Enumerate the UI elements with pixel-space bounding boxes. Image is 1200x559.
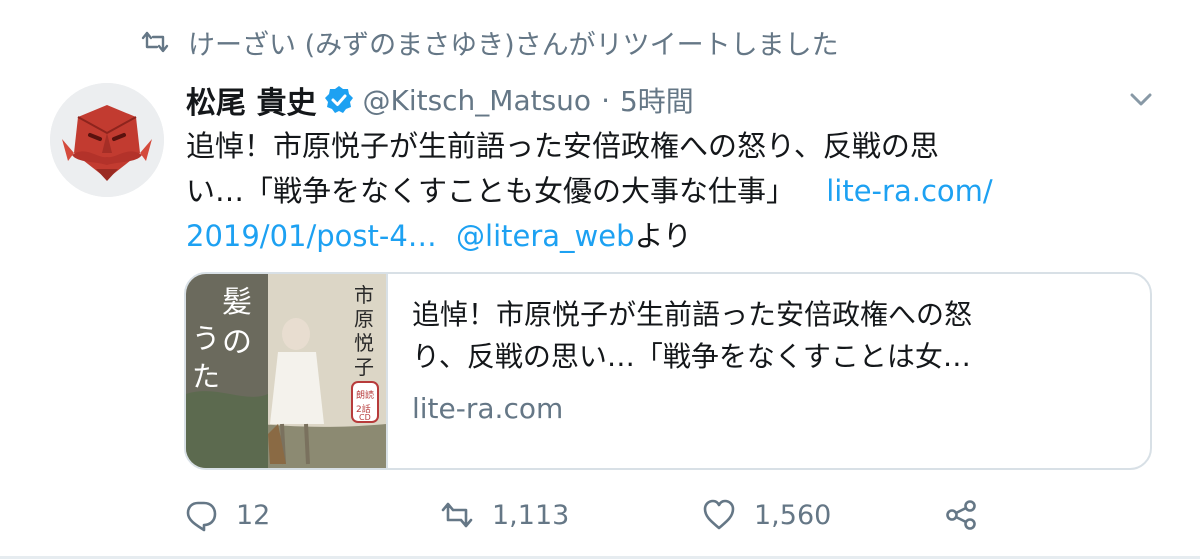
user-handle[interactable]: @Kitsch_Matsuo xyxy=(362,84,591,117)
reply-button[interactable]: 12 xyxy=(184,494,270,536)
card-image-text: 髪 xyxy=(222,285,252,320)
retweet-banner[interactable]: けーざい (みずのまさゆき)さんがリツイートしました xyxy=(140,18,839,66)
card-image-text: 朗読 xyxy=(356,389,374,401)
tweet-text-suffix: より xyxy=(634,219,692,253)
retweet-banner-text: けーざい (みずのまさゆき)さんがリツイートしました xyxy=(188,29,839,61)
retweet-icon xyxy=(141,31,169,53)
tweet-timestamp[interactable]: 5時間 xyxy=(620,80,694,120)
tweet-text: 追悼！市原悦子が生前語った安倍政権への怒り、反戦の思 い…「戦争をなくすことも女… xyxy=(186,124,1146,259)
card-image-text: た xyxy=(192,360,220,393)
separator-dot: · xyxy=(601,83,610,117)
tweet-header: 松尾 貴史 @Kitsch_Matsuo · 5時間 xyxy=(186,76,1126,124)
verified-badge-icon xyxy=(325,86,354,113)
card-image-text: 子 xyxy=(354,355,374,379)
card-image-text: 市 xyxy=(354,283,374,307)
heart-icon xyxy=(703,499,735,530)
card-image-text: CD xyxy=(359,413,371,422)
card-image-text: の xyxy=(222,325,252,360)
book-cover-image: 髪 の う た 市 原 悦 子 朗読 2話 CD xyxy=(186,274,386,468)
tweet-text-line: い…「戦争をなくすことも女優の大事な仕事」 lite-ra.com/ xyxy=(186,169,1146,214)
tweet-text-line: 追悼！市原悦子が生前語った安倍政権への怒り、反戦の思 xyxy=(186,129,939,163)
tweet-text-fragment: い…「戦争をなくすことも女優の大事な仕事」 xyxy=(186,174,796,208)
chevron-down-icon[interactable] xyxy=(1126,84,1156,114)
origami-face-avatar-image xyxy=(50,83,164,197)
link-preview-card[interactable]: 髪 の う た 市 原 悦 子 朗読 2話 CD 追悼！市原悦子が生前語った安倍… xyxy=(184,272,1152,470)
retweet-icon xyxy=(441,502,473,528)
reply-count: 12 xyxy=(236,499,271,531)
tweet-url-link-continued[interactable]: 2019/01/post-4… xyxy=(186,219,437,253)
tweet-actions: 12 1,113 1,560 xyxy=(184,494,1004,536)
card-title-line: り、反戦の思い…「戦争をなくすことは女… xyxy=(412,340,971,373)
card-title-line: 追悼！市原悦子が生前語った安倍政権への怒 xyxy=(412,298,973,331)
mention-link[interactable]: @litera_web xyxy=(456,219,635,253)
card-thumbnail[interactable]: 髪 の う た 市 原 悦 子 朗読 2話 CD xyxy=(186,274,388,468)
display-name[interactable]: 松尾 貴史 xyxy=(186,78,316,122)
retweet-count: 1,113 xyxy=(492,499,570,531)
retweet-button[interactable]: 1,113 xyxy=(440,494,569,536)
share-button[interactable] xyxy=(944,494,996,536)
card-domain: lite-ra.com xyxy=(412,392,564,425)
reply-icon xyxy=(186,501,217,532)
like-count: 1,560 xyxy=(754,499,832,531)
card-image-text: う xyxy=(192,322,220,355)
tweet-text-line: 2019/01/post-4… @litera_webより xyxy=(186,214,1146,259)
avatar[interactable] xyxy=(50,83,164,197)
share-icon xyxy=(946,500,976,530)
card-image-text: 悦 xyxy=(354,331,374,355)
card-image-text: 原 xyxy=(354,307,374,331)
tweet-url-link[interactable]: lite-ra.com/ xyxy=(826,174,992,208)
card-body[interactable]: 追悼！市原悦子が生前語った安倍政権への怒 り、反戦の思い…「戦争をなくすことは女… xyxy=(388,274,1148,468)
like-button[interactable]: 1,560 xyxy=(702,494,831,536)
